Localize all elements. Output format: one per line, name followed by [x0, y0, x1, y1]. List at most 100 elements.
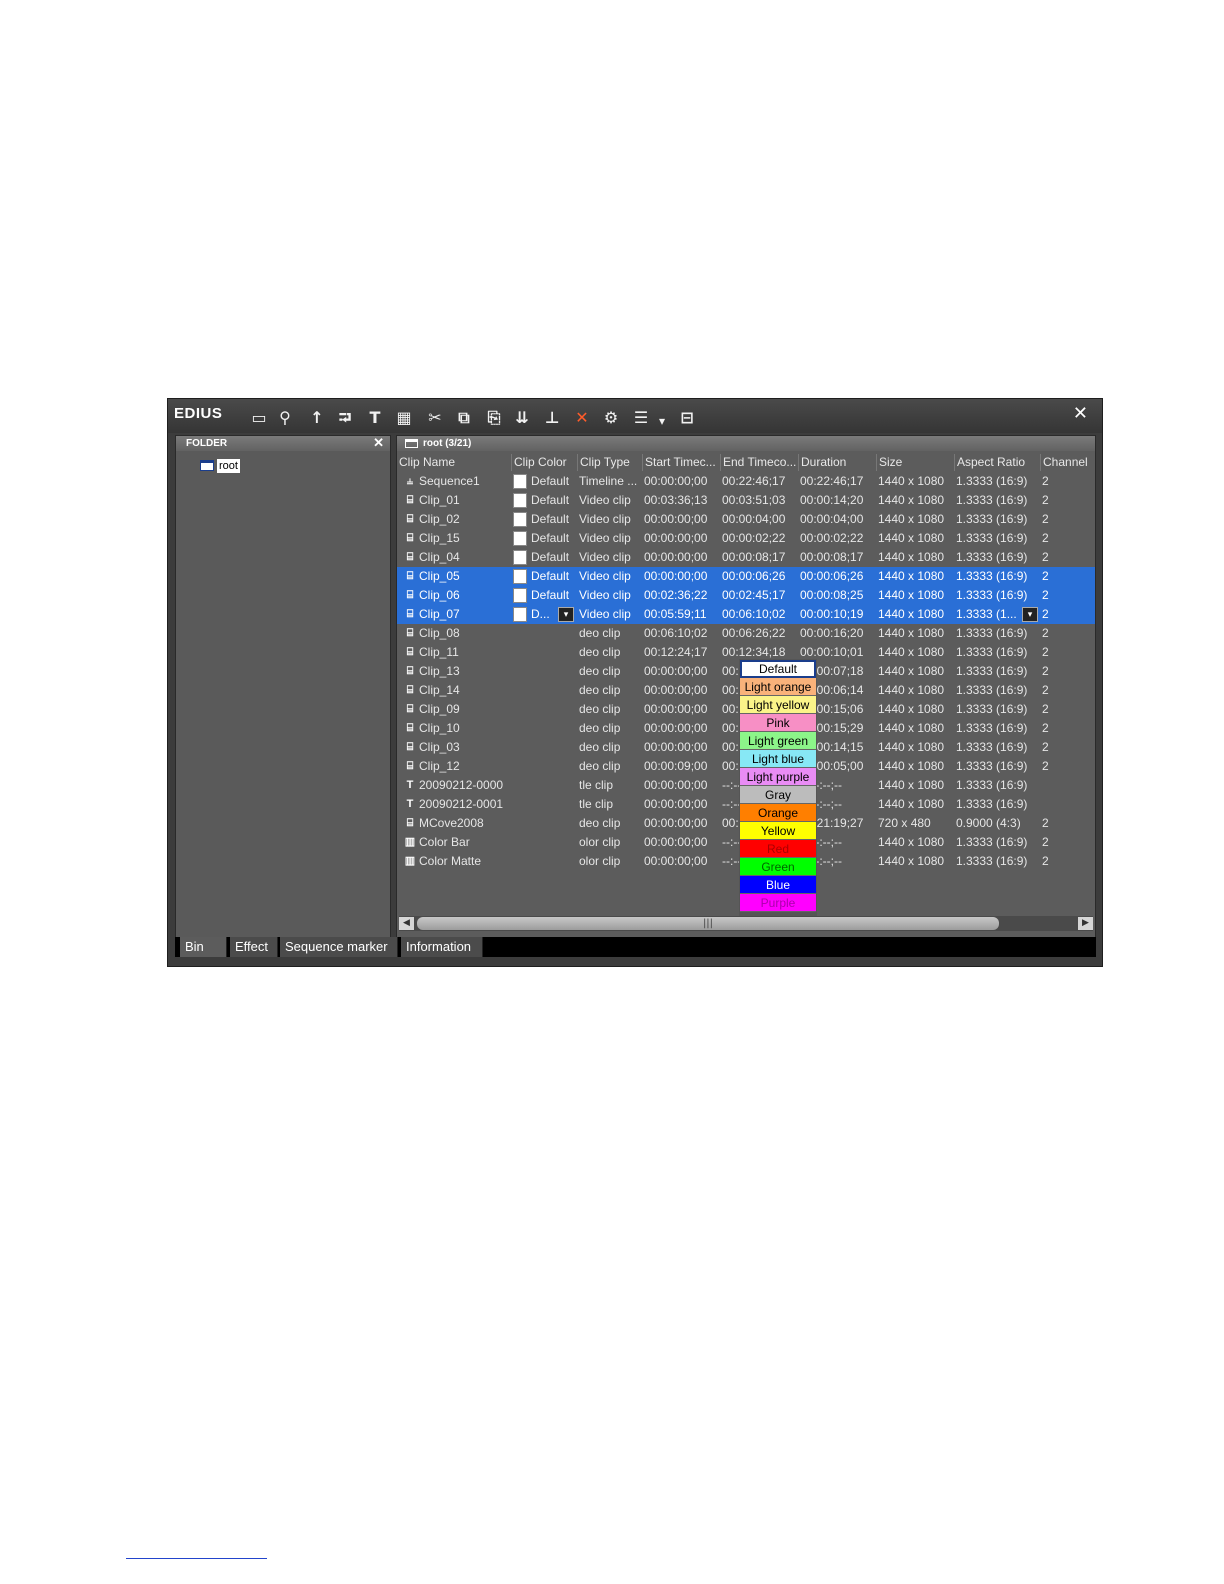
channel-cell: 2: [1042, 607, 1049, 621]
column-header-9[interactable]: Channel: [1041, 454, 1095, 471]
paste-icon[interactable]: ⎘: [483, 407, 505, 429]
duration-cell: 00:00:08;17: [800, 550, 864, 564]
end-timecode-cell: 00:06:10;02: [722, 607, 786, 621]
aspect-ratio-dropdown-button[interactable]: ▾: [1022, 607, 1038, 622]
table-row[interactable]: ⌸ Clip_07 D... Video clip 00:05:59;11 00:06:1…: [397, 605, 1095, 624]
table-row[interactable]: ⌸ Clip_06 Default Video clip 00:02:36;22 00:0…: [397, 586, 1095, 605]
toolbar: EDIUS ▭ ⚲ ↑ ⮒ T ▦ ✂ ⧉ ⎘ ⇊ ⊥ ✕ ⚙ ☰ ▾ ⊟ ✕: [168, 399, 1102, 433]
scroll-left-icon[interactable]: ◀: [399, 917, 414, 930]
scroll-right-icon[interactable]: ▶: [1078, 917, 1093, 930]
horizontal-scrollbar[interactable]: ◀ ||| ▶: [399, 916, 1093, 931]
clip-color-cell: Default: [531, 512, 570, 526]
column-header-4[interactable]: Start Timec...: [643, 454, 721, 471]
copy-icon[interactable]: ⧉: [453, 407, 475, 429]
color-option-light-orange[interactable]: Light orange: [740, 678, 816, 696]
aspect-ratio-cell: 1.3333 (16:9): [956, 550, 1028, 564]
scroll-thumb[interactable]: |||: [417, 917, 999, 930]
color-swatch: [513, 512, 527, 527]
color-option-light-yellow[interactable]: Light yellow: [740, 696, 816, 714]
color-option-light-blue[interactable]: Light blue: [740, 750, 816, 768]
dropdown-icon[interactable]: ▾: [656, 410, 668, 432]
start-timecode-cell: 00:05:59;11: [644, 607, 707, 621]
color-option-light-purple[interactable]: Light purple: [740, 768, 816, 786]
color-option-red[interactable]: Red: [740, 840, 816, 858]
color-option-pink[interactable]: Pink: [740, 714, 816, 732]
table-row[interactable]: ⌸ Clip_01 Default Video clip 00:03:36;13 00:0…: [397, 491, 1095, 510]
clip-color-cell: [531, 852, 571, 871]
aspect-ratio-cell: 1.3333 (16:9): [956, 626, 1028, 640]
close-icon[interactable]: ✕: [1073, 403, 1088, 424]
panel-tabs: Bin Effect Sequence marker Information: [175, 937, 1096, 957]
table-row[interactable]: ⌸ Clip_15 Default Video clip 00:00:00;00 00:0…: [397, 529, 1095, 548]
clip-name-cell: Clip_08: [419, 626, 460, 640]
color-option-default[interactable]: Default: [740, 660, 816, 678]
size-cell: 1440 x 1080: [878, 607, 945, 621]
size-cell: 1440 x 1080: [878, 664, 945, 678]
size-cell: 1440 x 1080: [878, 645, 945, 659]
search-icon[interactable]: ⚲: [274, 407, 296, 429]
insert-timeline-icon[interactable]: ⊥: [541, 407, 563, 429]
color-option-yellow[interactable]: Yellow: [740, 822, 816, 840]
table-row[interactable]: ⌸ Clip_08 deo clip 00:06:10;02 00:06:26;22 00…: [397, 624, 1095, 643]
color-swatch: [513, 474, 527, 489]
clip-type-cell: deo clip: [579, 626, 621, 640]
tree-item-root[interactable]: root: [200, 455, 240, 473]
aspect-ratio-cell: 1.3333 (16:9): [956, 740, 1028, 754]
video-clip-icon: ⌸: [406, 551, 414, 563]
size-cell: 1440 x 1080: [878, 835, 945, 849]
open-bin-icon[interactable]: ⊟: [676, 407, 698, 429]
size-cell: 1440 x 1080: [878, 531, 945, 545]
column-header-7[interactable]: Size: [877, 454, 955, 471]
properties-icon[interactable]: ⚙: [600, 407, 622, 429]
color-bar-icon: ▥: [404, 836, 416, 848]
clip-name-cell: Clip_12: [419, 759, 460, 773]
start-timecode-cell: 00:00:00;00: [644, 569, 708, 583]
color-option-blue[interactable]: Blue: [740, 876, 816, 894]
column-header-5[interactable]: End Timeco...: [721, 454, 799, 471]
end-timecode-cell: 00:03:51;03: [722, 493, 786, 507]
delete-icon[interactable]: ✕: [571, 407, 593, 429]
start-timecode-cell: 00:00:00;00: [644, 740, 708, 754]
column-header-8[interactable]: Aspect Ratio: [955, 454, 1041, 471]
clip-name-cell: Clip_10: [419, 721, 460, 735]
start-timecode-cell: 00:00:00;00: [644, 854, 708, 868]
column-header-1[interactable]: Clip Name: [397, 454, 512, 471]
title-icon[interactable]: T: [364, 407, 386, 429]
new-folder-icon[interactable]: ▭: [248, 407, 270, 429]
clip-color-dropdown-button[interactable]: ▾: [558, 607, 574, 622]
color-option-green[interactable]: Green: [740, 858, 816, 876]
clip-name-cell: Color Matte: [419, 854, 482, 868]
tab-bin[interactable]: Bin: [180, 937, 227, 957]
start-timecode-cell: 00:00:00;00: [644, 702, 708, 716]
clip-color-cell: [531, 624, 571, 643]
color-option-orange[interactable]: Orange: [740, 804, 816, 822]
color-option-purple[interactable]: Purple: [740, 894, 816, 912]
color-option-gray[interactable]: Gray: [740, 786, 816, 804]
tab-effect[interactable]: Effect: [230, 937, 278, 957]
start-timecode-cell: 00:00:00;00: [644, 721, 708, 735]
clip-name-cell: Clip_13: [419, 664, 460, 678]
color-option-light-green[interactable]: Light green: [740, 732, 816, 750]
up-folder-icon[interactable]: ↑: [306, 407, 328, 429]
column-header-3[interactable]: Clip Type: [578, 454, 643, 471]
cut-icon[interactable]: ✂: [424, 407, 446, 429]
color-matte-icon: ▥: [404, 855, 416, 867]
column-header-6[interactable]: Duration: [799, 454, 877, 471]
size-cell: 1440 x 1080: [878, 759, 945, 773]
tab-information[interactable]: Information: [401, 937, 483, 957]
size-cell: 1440 x 1080: [878, 683, 945, 697]
table-row[interactable]: ⌸ Clip_02 Default Video clip 00:00:00;00 00:0…: [397, 510, 1095, 529]
end-timecode-cell: 00:22:46;17: [722, 474, 786, 488]
table-row[interactable]: ⌸ Clip_05 Default Video clip 00:00:00;00 00:0…: [397, 567, 1095, 586]
color-bars-icon[interactable]: ▦: [393, 407, 415, 429]
folder-close-icon[interactable]: ✕: [373, 435, 384, 450]
add-clip-icon[interactable]: ⮒: [334, 407, 356, 429]
size-cell: 1440 x 1080: [878, 512, 945, 526]
table-row[interactable]: ⌸ Clip_04 Default Video clip 00:00:00;00 00:0…: [397, 548, 1095, 567]
tab-sequence-marker[interactable]: Sequence marker: [280, 937, 398, 957]
clip-color-cell: [531, 662, 571, 681]
table-row[interactable]: ⫨ Sequence1 Default Timeline ... 00:00:00;00…: [397, 472, 1095, 491]
column-header-2[interactable]: Clip Color: [512, 454, 578, 471]
view-list-icon[interactable]: ☰: [630, 407, 652, 429]
add-to-timeline-icon[interactable]: ⇊: [511, 407, 533, 429]
